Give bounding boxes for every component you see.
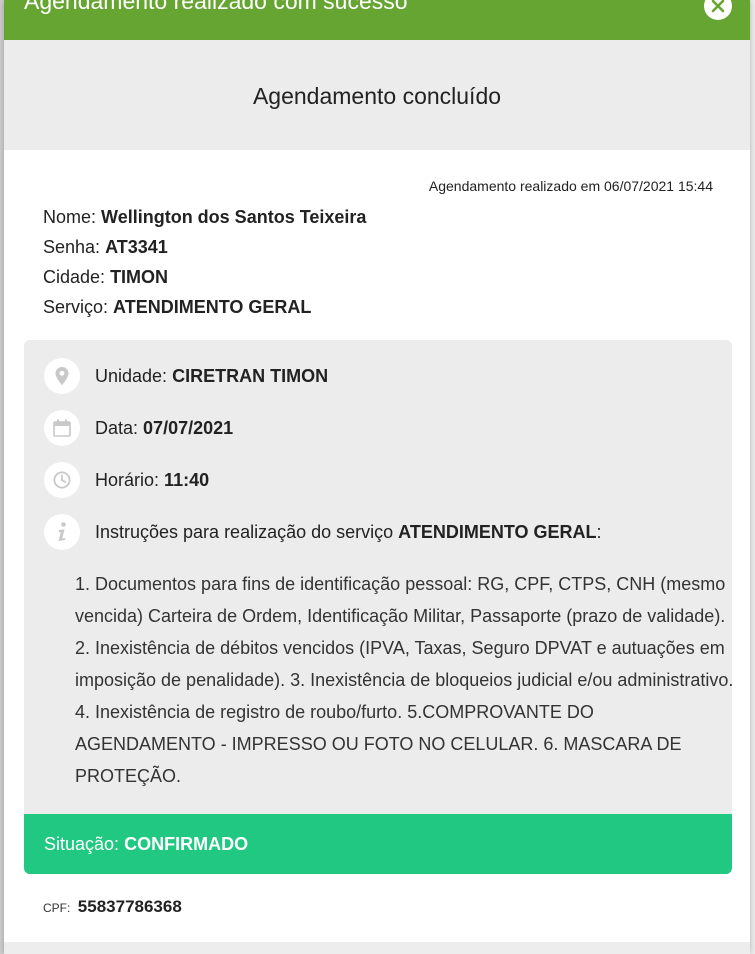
senha-line: Senha: AT3341 [43,232,366,262]
status-label: Situação: [44,833,120,854]
modal-header-title: Agendamento realizado com sucesso [24,0,408,14]
map-pin-icon [55,367,69,385]
data-icon-circle [44,410,80,446]
calendar-icon [53,419,71,437]
subheader-title: Agendamento concluído [252,82,502,109]
name-line: Nome: Wellington dos Santos Teixeira [43,202,366,232]
horario-value: 11:40 [164,469,210,490]
cidade-line: Cidade: TIMON [43,262,366,292]
instrucoes-row: Instruções para realização do serviço AT… [44,514,602,550]
modal-footer-edge [4,942,750,954]
horario-icon-circle [44,462,80,498]
unidade-icon-circle [44,358,80,394]
cpf-label: CPF: [43,901,71,915]
data-label: Data: [95,417,139,438]
modal-header: Agendamento realizado com sucesso [4,0,750,40]
servico-label: Serviço: [43,297,109,317]
close-icon [711,0,725,13]
instrucoes-icon-circle [44,514,80,550]
instructions-text: 1. Documentos para fins de identificação… [75,574,732,786]
unidade-label: Unidade: [95,365,168,386]
horario-row: Horário: 11:40 [44,462,209,498]
unidade-value: CIRETRAN TIMON [172,365,329,386]
info-icon [58,522,66,541]
instrucoes-service: ATENDIMENTO GERAL [398,521,597,542]
success-modal: Agendamento realizado com sucesso Agenda… [4,0,750,954]
data-value: 07/07/2021 [143,417,234,438]
data-row: Data: 07/07/2021 [44,410,233,446]
person-info: Nome: Wellington dos Santos Teixeira Sen… [43,202,366,322]
close-button[interactable] [704,0,732,20]
servico-line: Serviço: ATENDIMENTO GERAL [43,292,366,322]
name-value: Wellington dos Santos Teixeira [101,207,367,227]
name-label: Nome: [43,207,97,227]
cidade-value: TIMON [110,267,169,287]
unidade-row: Unidade: CIRETRAN TIMON [44,358,328,394]
cpf-value: 55837786368 [77,897,182,916]
status-bar: Situação: CONFIRMADO [24,814,732,874]
servico-value: ATENDIMENTO GERAL [113,297,312,317]
booking-timestamp: Agendamento realizado em 06/07/2021 15:4… [428,178,713,194]
status-value: CONFIRMADO [124,833,249,854]
instrucoes-label: Instruções para realização do serviço [95,521,394,542]
senha-value: AT3341 [105,237,168,257]
modal-subheader: Agendamento concluído [4,40,750,150]
senha-label: Senha: [43,237,101,257]
cidade-label: Cidade: [43,267,106,287]
details-card: Unidade: CIRETRAN TIMON Data: 07/07/2021 [24,340,732,874]
cpf-line: CPF: 55837786368 [43,897,182,917]
horario-label: Horário: [95,469,160,490]
clock-icon [53,471,71,489]
instrucoes-colon: : [596,521,602,542]
